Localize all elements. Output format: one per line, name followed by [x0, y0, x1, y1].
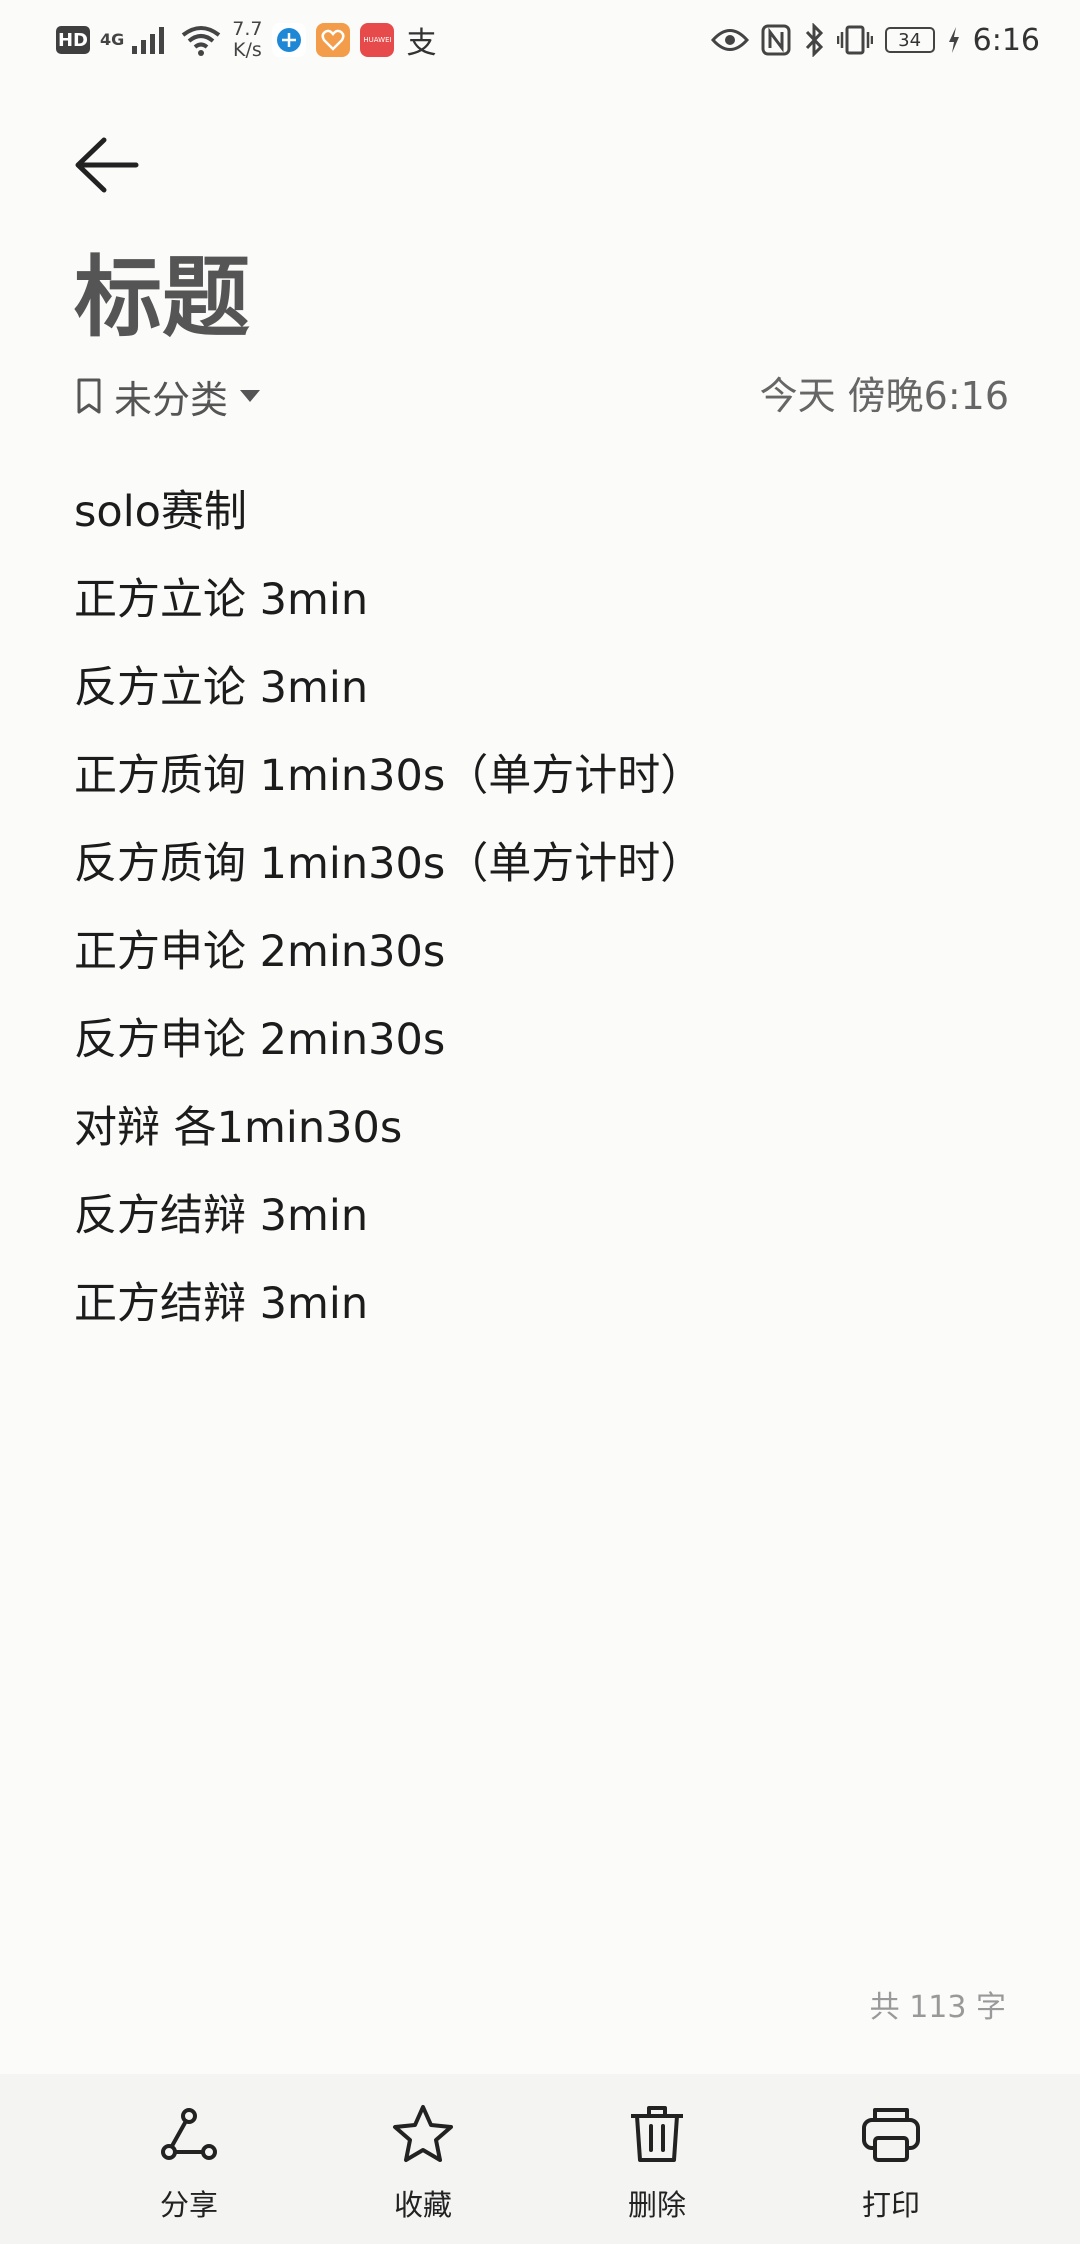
printer-icon: [862, 2108, 920, 2162]
share-button[interactable]: 分享: [114, 2102, 264, 2232]
category-label: 未分类: [114, 377, 229, 422]
note-line[interactable]: 正方结辩 3min: [74, 1260, 1014, 1348]
back-button[interactable]: [72, 130, 142, 200]
status-bar-right: 34 6:16: [710, 14, 1040, 66]
status-bar-left: HD 4G 7.7 K/s HUAWEI 支: [56, 14, 438, 66]
bottom-toolbar: 分享 收藏 删除 打印: [0, 2074, 1080, 2244]
note-line[interactable]: 反方申论 2min30s: [74, 996, 1014, 1084]
favorite-label: 收藏: [393, 2188, 452, 2222]
note-timestamp: 今天 傍晚6:16: [759, 374, 1009, 418]
wifi-icon: [182, 26, 221, 56]
eye-icon: [710, 29, 749, 51]
bookmark-icon: [77, 378, 101, 414]
network-type: 4G: [100, 30, 125, 49]
arrow-left-icon: [75, 137, 139, 193]
status-bar: HD 4G 7.7 K/s HUAWEI 支 34 6:16: [0, 0, 1080, 80]
note-body[interactable]: solo赛制 正方立论 3min 反方立论 3min 正方质询 1min30s（…: [74, 468, 1014, 1348]
note-line[interactable]: solo赛制: [74, 468, 1014, 556]
alipay-icon: 支: [406, 26, 437, 61]
huawei-icon: HUAWEI: [360, 23, 395, 57]
note-line[interactable]: 反方质询 1min30s（单方计时）: [74, 820, 1014, 908]
share-label: 分享: [159, 2188, 218, 2222]
charging-icon: [948, 27, 959, 53]
star-icon: [393, 2105, 453, 2162]
signal-icon: [132, 27, 165, 54]
caret-down-icon: [240, 390, 261, 402]
hd-icon: HD: [56, 26, 90, 54]
speed-value: 7.7: [232, 18, 263, 40]
note-title[interactable]: 标题: [74, 248, 250, 348]
note-line[interactable]: 反方结辩 3min: [74, 1172, 1014, 1260]
delete-button[interactable]: 删除: [582, 2102, 732, 2232]
speed-unit: K/s: [232, 39, 262, 61]
note-line[interactable]: 反方立论 3min: [74, 644, 1014, 732]
note-line[interactable]: 正方申论 2min30s: [74, 908, 1014, 996]
print-label: 打印: [861, 2188, 920, 2222]
browser-icon: [272, 23, 307, 57]
word-count: 共 113 字: [869, 1990, 1006, 2025]
note-meta: 未分类 今天 傍晚6:16: [74, 366, 1009, 426]
share-icon: [161, 2108, 217, 2160]
bluetooth-icon: [805, 23, 823, 57]
vibrate-icon: [836, 25, 873, 55]
battery-icon: 34: [884, 27, 935, 53]
category-selector[interactable]: 未分类: [74, 366, 262, 426]
trash-icon: [631, 2106, 683, 2162]
health-icon: [316, 23, 351, 57]
favorite-button[interactable]: 收藏: [348, 2102, 498, 2232]
print-button[interactable]: 打印: [816, 2102, 966, 2232]
delete-label: 删除: [627, 2188, 686, 2222]
status-time: 6:16: [972, 22, 1040, 58]
network-speed: 7.7 K/s: [232, 19, 262, 61]
note-line[interactable]: 正方立论 3min: [74, 556, 1014, 644]
nfc-icon: [761, 24, 791, 56]
note-line[interactable]: 正方质询 1min30s（单方计时）: [74, 732, 1014, 820]
note-line[interactable]: 对辩 各1min30s: [74, 1084, 1014, 1172]
